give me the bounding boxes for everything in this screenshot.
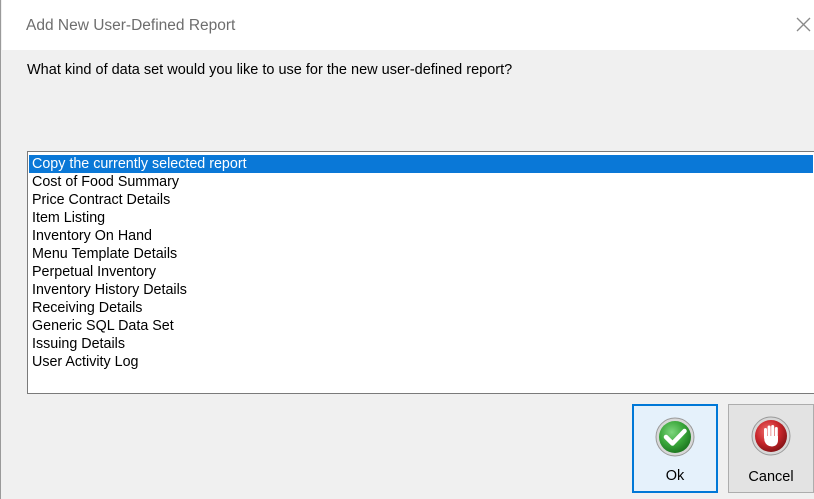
- close-button[interactable]: [792, 12, 814, 38]
- list-item-inventory-on-hand[interactable]: Inventory On Hand: [29, 227, 152, 245]
- dialog-window: Add New User-Defined Report What kind of…: [0, 0, 814, 499]
- dialog-title: Add New User-Defined Report: [26, 17, 236, 34]
- list-item-user-activity-log[interactable]: User Activity Log: [29, 353, 138, 371]
- list-item-menu-template-details[interactable]: Menu Template Details: [29, 245, 177, 263]
- list-item-perpetual-inventory[interactable]: Perpetual Inventory: [29, 263, 156, 281]
- cancel-button-label: Cancel: [748, 469, 794, 485]
- close-icon: [796, 17, 811, 32]
- cancel-button[interactable]: Cancel: [728, 404, 814, 493]
- list-item-cost-of-food-summary[interactable]: Cost of Food Summary: [29, 173, 179, 191]
- dialog-prompt: What kind of data set would you like to …: [27, 62, 513, 78]
- stop-hand-icon: [751, 416, 791, 456]
- list-item-receiving-details[interactable]: Receiving Details: [29, 299, 142, 317]
- list-item-inventory-history-details[interactable]: Inventory History Details: [29, 281, 187, 299]
- dataset-listbox[interactable]: Copy the currently selected report Cost …: [27, 151, 814, 394]
- list-item-copy-selected-report[interactable]: Copy the currently selected report: [29, 155, 813, 173]
- list-item-generic-sql-data-set[interactable]: Generic SQL Data Set: [29, 317, 174, 335]
- title-bar: Add New User-Defined Report: [2, 0, 814, 50]
- list-item-issuing-details[interactable]: Issuing Details: [29, 335, 125, 353]
- list-item-item-listing[interactable]: Item Listing: [29, 209, 105, 227]
- check-icon: [655, 417, 695, 457]
- ok-button[interactable]: Ok: [632, 404, 718, 493]
- ok-button-label: Ok: [665, 468, 685, 484]
- list-item-price-contract-details[interactable]: Price Contract Details: [29, 191, 170, 209]
